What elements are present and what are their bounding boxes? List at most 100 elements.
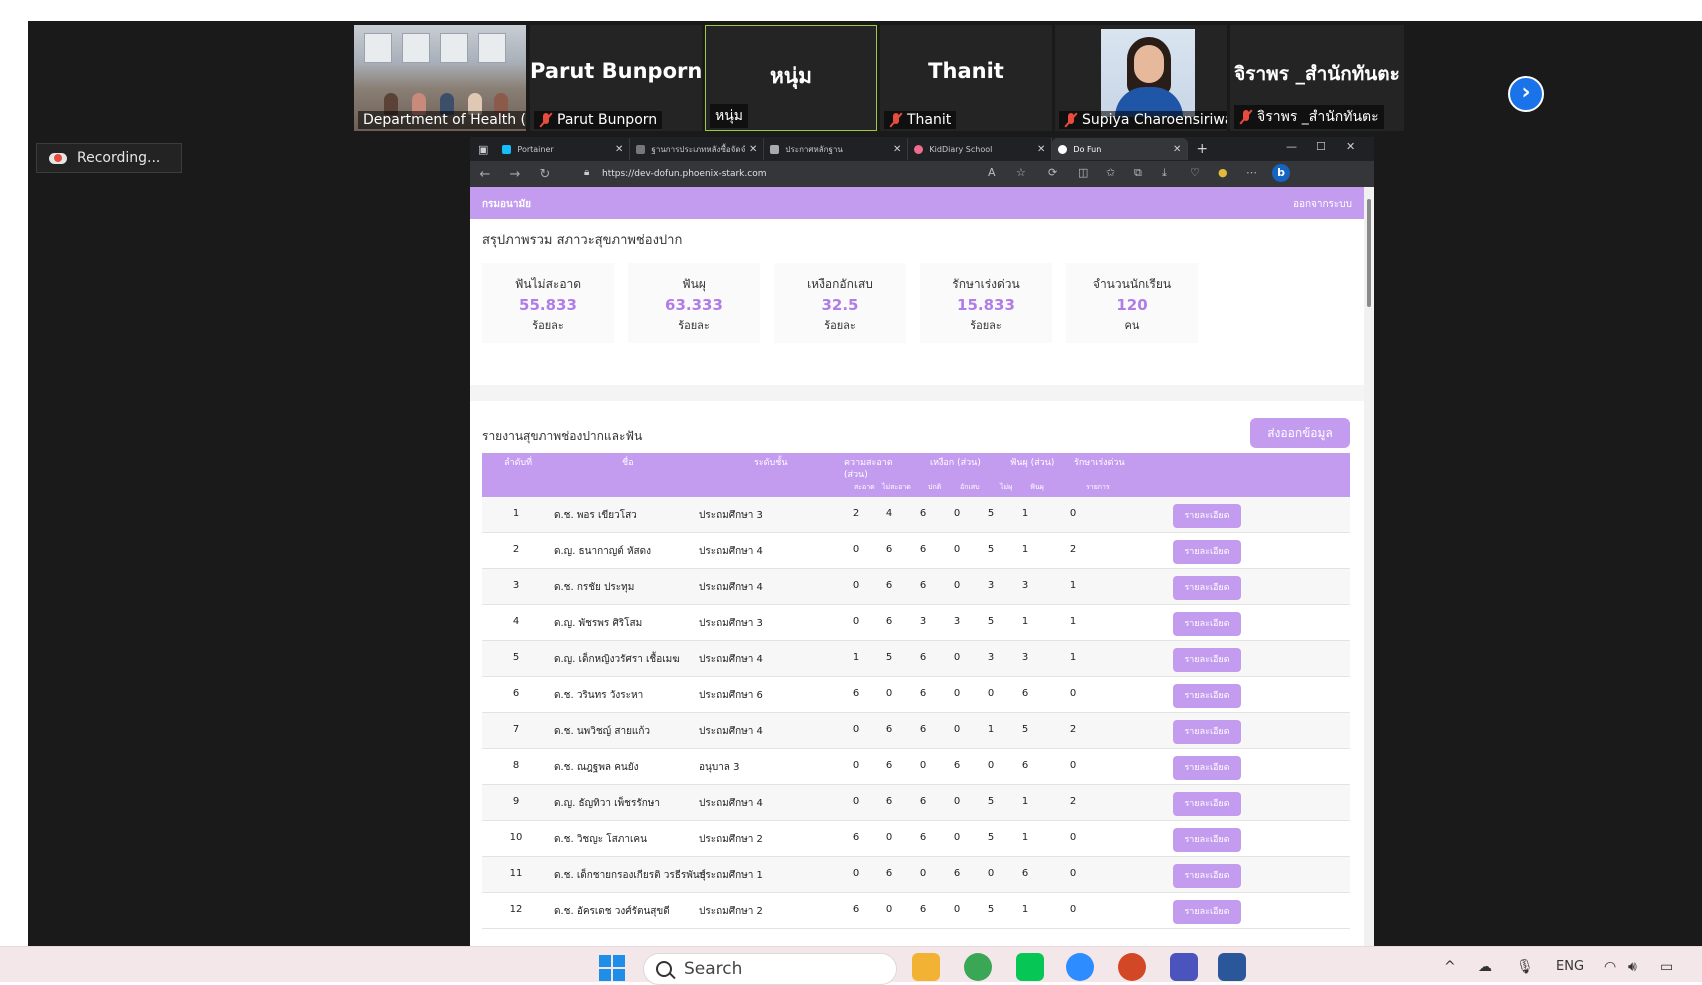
webpage: กรมอนามัย ออกจากระบบ สรุปภาพรวม สภาวะสุข…: [470, 187, 1364, 946]
header-urgent[interactable]: รักษาเร่งด่วน: [1074, 455, 1125, 469]
detail-button[interactable]: รายละเอียด: [1173, 756, 1241, 780]
score-cell: 0: [953, 832, 961, 843]
dofun-favicon-icon: [1058, 144, 1068, 154]
close-tab-icon[interactable]: ✕: [615, 144, 623, 155]
back-icon[interactable]: ←: [470, 167, 500, 182]
language-indicator[interactable]: ENG: [1556, 959, 1584, 974]
minimize-button[interactable]: —: [1286, 140, 1297, 153]
student-name: ด.ญ. ธัญทิวา เพ็ชรรักษา: [554, 798, 660, 809]
recording-indicator[interactable]: Recording...: [36, 143, 182, 173]
zoom-app-icon[interactable]: [1066, 953, 1094, 981]
export-data-button[interactable]: ส่งออกข้อมูล: [1250, 418, 1350, 448]
brand-logo-text[interactable]: กรมอนามัย: [482, 197, 531, 212]
new-tab-button[interactable]: +: [1196, 141, 1208, 157]
browser-tab[interactable]: ประกาศหลักฐาน ✕: [764, 138, 909, 160]
detail-button[interactable]: รายละเอียด: [1173, 900, 1241, 924]
table-row: 10 ด.ช. วิชญะ โสภาเคน ประถมศึกษา 26060510ร…: [482, 821, 1350, 857]
extensions-icon[interactable]: ⟳: [1048, 166, 1057, 179]
lock-icon[interactable]: 🔒︎: [584, 167, 589, 178]
detail-button[interactable]: รายละเอียด: [1173, 864, 1241, 888]
detail-button[interactable]: รายละเอียด: [1173, 504, 1241, 528]
participant-tile-parut-bunporn[interactable]: Parut Bunporn Parut Bunporn: [530, 25, 702, 131]
header-gum[interactable]: เหงือก (ส่วน): [930, 455, 981, 469]
url-input[interactable]: https://dev-dofun.phoenix-stark.com: [602, 165, 1032, 183]
detail-button[interactable]: รายละเอียด: [1173, 648, 1241, 672]
score-cell: 0: [987, 868, 995, 879]
header-decay[interactable]: ฟันผุ (ส่วน): [1010, 455, 1054, 469]
score-cell: 5: [885, 652, 893, 663]
browser-tab[interactable]: Portainer ✕: [496, 138, 631, 160]
scrollbar-thumb[interactable]: [1367, 199, 1371, 307]
row-number: 7: [512, 724, 520, 735]
student-name: ด.ช. ณฎฐพล คนยัง: [554, 762, 639, 773]
maximize-button[interactable]: ☐: [1316, 140, 1326, 153]
taskbar-search-box[interactable]: Search: [643, 953, 897, 985]
wifi-icon[interactable]: ◠: [1604, 959, 1616, 975]
student-level: ประถมศึกษา 4: [699, 654, 763, 665]
more-menu-icon[interactable]: ⋯: [1246, 166, 1257, 179]
profile-icon[interactable]: ●: [1218, 166, 1228, 179]
word-icon[interactable]: [1218, 953, 1246, 981]
score-cell: 1: [1021, 544, 1029, 555]
close-window-button[interactable]: ✕: [1346, 140, 1355, 153]
chrome-icon[interactable]: [964, 953, 992, 981]
onedrive-cloud-icon[interactable]: ☁: [1478, 959, 1492, 975]
logout-link[interactable]: ออกจากระบบ: [1293, 197, 1352, 212]
browser-address-bar: ← → ↻ 🔒︎ https://dev-dofun.phoenix-stark…: [470, 161, 1374, 187]
detail-button[interactable]: รายละเอียด: [1173, 792, 1241, 816]
next-participants-button[interactable]: ›: [1508, 76, 1544, 112]
close-tab-icon[interactable]: ✕: [1173, 144, 1181, 155]
line-app-icon[interactable]: [1016, 953, 1044, 981]
tab-actions-icon[interactable]: ▣: [470, 143, 496, 156]
windows-start-button[interactable]: [599, 955, 625, 981]
browser-tab-active[interactable]: Do Fun ✕: [1052, 138, 1189, 160]
page-scrollbar[interactable]: [1364, 187, 1374, 946]
battery-icon[interactable]: ▭: [1660, 959, 1673, 975]
table-row: 3 ด.ช. กรชัย ประทุม ประถมศึกษา 4 0 6 6 0 3 3 1 ราย…: [482, 569, 1350, 605]
header-level[interactable]: ระดับชั้น: [754, 455, 788, 469]
favorite-star-icon[interactable]: ☆: [1016, 166, 1026, 179]
header-name[interactable]: ชื่อ: [622, 455, 634, 469]
score-cell: 0: [953, 904, 961, 915]
close-tab-icon[interactable]: ✕: [749, 144, 757, 155]
participant-tile-active-speaker[interactable]: หนุ่ม หนุ่ม: [705, 25, 877, 131]
browser-tab[interactable]: KidDiary School ✕: [908, 138, 1053, 160]
refresh-icon[interactable]: ↻: [530, 167, 560, 182]
score-cell: 1: [1069, 652, 1077, 663]
favorites-icon[interactable]: ✩: [1106, 166, 1115, 179]
detail-button[interactable]: รายละเอียด: [1173, 720, 1241, 744]
microphone-icon[interactable]: 🎙︎: [1516, 959, 1534, 975]
teams-icon[interactable]: [1170, 953, 1198, 981]
score-cell: 6: [885, 760, 893, 771]
feedback-icon[interactable]: ♡: [1190, 166, 1200, 179]
participant-tile-supiya[interactable]: Supiya Charoensiriwath: [1055, 25, 1227, 131]
collections-icon[interactable]: ⧉: [1134, 166, 1142, 180]
detail-button[interactable]: รายละเอียด: [1173, 684, 1241, 708]
row-number: 8: [512, 760, 520, 771]
show-hidden-icons-chevron-icon[interactable]: ^: [1444, 959, 1456, 975]
browser-tab-bar: ▣ Portainer✕ ฐานการประเภทหลังซื้อจัดจำหน…: [470, 137, 1374, 161]
powerpoint-icon[interactable]: [1118, 953, 1146, 981]
download-icon[interactable]: ⤓: [1162, 166, 1167, 180]
participant-tile-jiraporn[interactable]: จิราพร _สำนักทันตะ จิราพร _สำนักทันตะ: [1230, 25, 1404, 131]
forward-icon[interactable]: →: [500, 167, 530, 182]
score-cell: 0: [1069, 508, 1077, 519]
participant-tile-thanit[interactable]: Thanit Thanit: [880, 25, 1052, 131]
close-tab-icon[interactable]: ✕: [893, 144, 901, 155]
split-screen-icon[interactable]: ◫: [1078, 166, 1088, 179]
read-aloud-icon[interactable]: A: [988, 166, 996, 179]
score-cell: 5: [987, 544, 995, 555]
detail-button[interactable]: รายละเอียด: [1173, 612, 1241, 636]
participant-tile-department-of-health[interactable]: Department of Health (Th...: [354, 25, 526, 131]
bing-icon[interactable]: b: [1272, 164, 1290, 182]
participant-name: Parut Bunporn: [534, 111, 663, 129]
detail-button[interactable]: รายละเอียด: [1173, 576, 1241, 600]
volume-icon[interactable]: 🔊︎: [1628, 959, 1637, 975]
browser-tab[interactable]: ฐานการประเภทหลังซื้อจัดจำหน่ย✕: [630, 138, 765, 160]
score-cell: 0: [1069, 868, 1077, 879]
detail-button[interactable]: รายละเอียด: [1173, 828, 1241, 852]
detail-button[interactable]: รายละเอียด: [1173, 540, 1241, 564]
file-explorer-icon[interactable]: [912, 953, 940, 981]
header-no[interactable]: ลำดับที่: [504, 455, 532, 469]
close-tab-icon[interactable]: ✕: [1037, 144, 1045, 155]
